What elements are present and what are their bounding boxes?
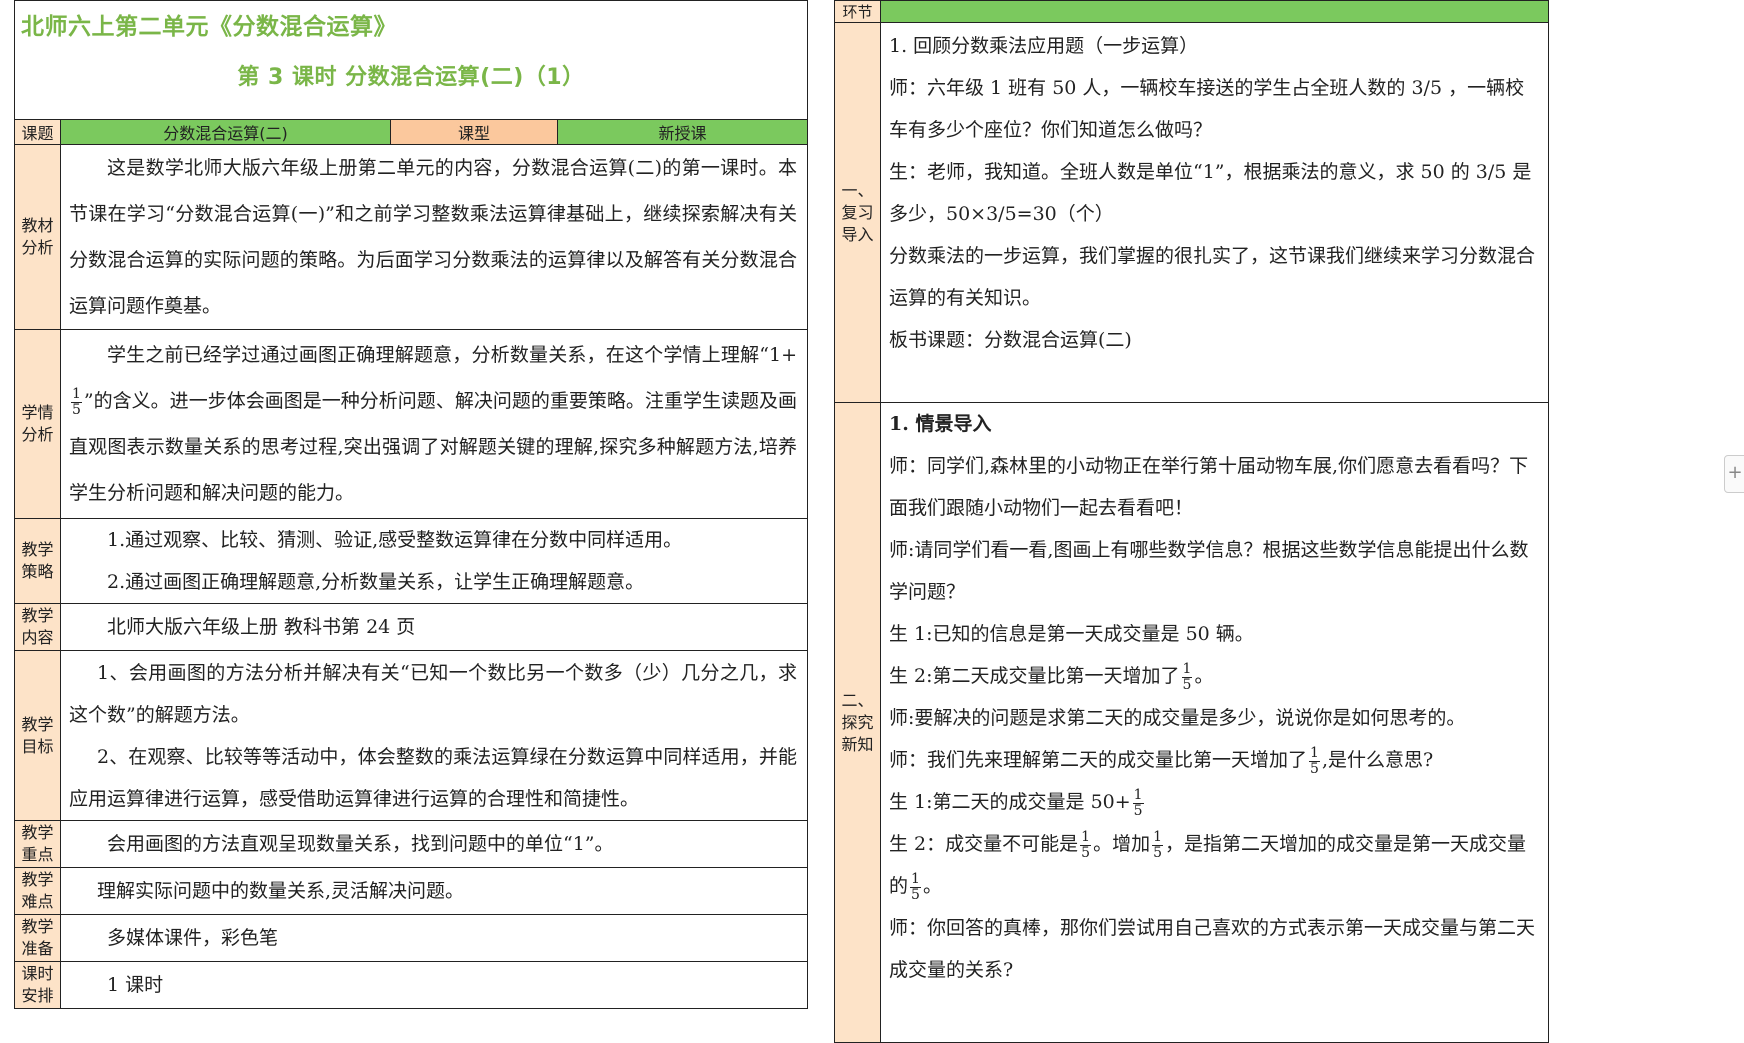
stage-2-p5: 师:要解决的问题是求第二天的成交量是多少，说说你是如何思考的。 xyxy=(889,707,1466,729)
fraction-numerator: 1 xyxy=(910,870,921,888)
stage-1-label: 一、复习导入 xyxy=(834,22,881,403)
teaching-strategy-label: 教学策略 xyxy=(14,518,61,604)
stage-2-p8-text-a: 生 2：成交量不可能是 xyxy=(889,833,1079,855)
goal-item-2: 2、在观察、比较等等活动中，体会整数的乘法运算绿在分数运算中同样适用，并能应用运… xyxy=(69,745,797,810)
fraction-one-fifth: 15 xyxy=(1080,828,1092,861)
teaching-content-cell: 北师大版六年级上册 教科书第 24 页 xyxy=(60,603,808,651)
student-analysis-paragraph: 学生之前已经学过通过画图正确理解题意，分析数量关系，在这个学情上理解“1+ 1 5”… xyxy=(69,332,797,516)
stage-1-p3: 生：老师，我知道。全班人数是单位“1”，根据乘法的意义，求 50 的 3/5 是… xyxy=(889,161,1532,225)
fraction-denominator: 5 xyxy=(1310,760,1319,777)
stage-2-p8-text-b: 。增加 xyxy=(1093,833,1151,855)
fraction-denominator: 5 xyxy=(1182,676,1192,693)
stage-2-p9: 师：你回答的真棒，那你们尝试用自己喜欢的方式表示第一天成交量与第二天成交量的关系… xyxy=(889,917,1536,981)
teaching-goals-cell: 1、会用画图的方法分析并解决有关“已知一个数比另一个数多（少）几分之几，求这个数… xyxy=(60,650,808,821)
teaching-process-table: 环节 一、复习导入 1. 回顾分数乘法应用题（一步运算） 师：六年级 1 班有 … xyxy=(834,0,1549,1043)
stage-2-p1: 师：同学们,森林里的小动物正在举行第十届动物车展,你们愿意去看看吗？下面我们跟随… xyxy=(889,455,1529,519)
fraction-one-fifth: 15 xyxy=(71,385,82,418)
lesson-subtitle: 第 3 课时 分数混合运算(二)（1） xyxy=(237,65,585,90)
schedule-text: 1 课时 xyxy=(107,974,164,996)
material-analysis-label: 教材分析 xyxy=(14,144,61,330)
key-point-text: 会用画图的方法直观呈现数量关系，找到问题中的单位“1”。 xyxy=(107,833,614,855)
fraction-numerator: 1 xyxy=(71,385,82,403)
strategy-item-1: 1.通过观察、比较、猜测、验证,感受整数运算律在分数中同样适用。 xyxy=(107,529,683,551)
fraction-denominator: 5 xyxy=(911,886,920,903)
fraction-numerator: 1 xyxy=(1132,786,1144,804)
stage-2-p6-text: 师：我们先来理解第二天的成交量比第一天增加了 xyxy=(889,749,1308,771)
teaching-goals-label: 教学目标 xyxy=(14,650,61,821)
document-title: 北师六上第二单元《分数混合运算》 xyxy=(21,14,397,40)
expand-panel-button[interactable]: + xyxy=(1724,455,1744,493)
difficulty-text: 理解实际问题中的数量关系,灵活解决问题。 xyxy=(97,880,465,902)
stage-1-p5: 板书课题：分数混合运算(二) xyxy=(889,329,1132,351)
stage-2-p7: 生 1:第二天的成交量是 50+ 1 5 xyxy=(889,781,1540,823)
title-cell: 北师六上第二单元《分数混合运算》 第 3 课时 分数混合运算(二)（1） xyxy=(14,0,808,120)
student-analysis-text-b: ”的含义。进一步体会画图是一种分析问题、解决问题的重要策略。注重学生读题及画直观… xyxy=(69,390,797,504)
stage-2-p3: 生 1:已知的信息是第一天成交量是 50 辆。 xyxy=(889,623,1254,645)
stage-1-p4: 分数乘法的一步运算，我们掌握的很扎实了，这节课我们继续来学习分数混合运算的有关知… xyxy=(889,245,1536,309)
stage-2-p4-end: 。 xyxy=(1194,665,1214,687)
type-value: 新授课 xyxy=(557,119,808,145)
stage-2-p8: 生 2：成交量不可能是 1 5 。增加 1 5 ，是指第二天增加的成交量是第一天成交量的 1 5… xyxy=(889,823,1540,907)
fraction-numerator: 1 xyxy=(1181,660,1193,678)
fraction-numerator: 1 xyxy=(1309,744,1320,762)
goal-item-1: 1、会用画图的方法分析并解决有关“已知一个数比另一个数多（少）几分之几，求这个数… xyxy=(69,661,797,726)
student-analysis-cell: 学生之前已经学过通过画图正确理解题意，分析数量关系，在这个学情上理解“1+ 1 5”… xyxy=(60,329,808,519)
fraction-denominator: 5 xyxy=(1081,844,1091,861)
stage-2-p8-text-d: 。 xyxy=(922,875,942,897)
type-label: 课型 xyxy=(390,119,558,145)
lesson-plan-table: 北师六上第二单元《分数混合运算》 第 3 课时 分数混合运算(二)（1） 课题 … xyxy=(14,0,808,1009)
fraction-denominator: 5 xyxy=(1153,844,1162,861)
stage-1-body: 1. 回顾分数乘法应用题（一步运算） 师：六年级 1 班有 50 人，一辆校车接… xyxy=(880,22,1549,403)
fraction-numerator: 1 xyxy=(1152,828,1163,846)
topic-value: 分数混合运算(二) xyxy=(60,119,391,145)
preparation-text: 多媒体课件，彩色笔 xyxy=(107,927,279,949)
stage-1-p1: 1. 回顾分数乘法应用题（一步运算） xyxy=(889,35,1199,57)
stage-2-p4: 生 2:第二天成交量比第一天增加了 1 5。 xyxy=(889,655,1540,697)
fraction-one-fifth: 15 xyxy=(1132,786,1144,819)
material-analysis-cell: 这是数学北师大版六年级上册第二单元的内容，分数混合运算(二)的第一课时。本节课在… xyxy=(60,144,808,330)
stage-2-body: 1. 情景导入 师：同学们,森林里的小动物正在举行第十届动物车展,你们愿意去看看… xyxy=(880,402,1549,1043)
stage-1-p2: 师：六年级 1 班有 50 人，一辆校车接送的学生占全班人数的 3/5 ，一辆校… xyxy=(889,77,1525,141)
fraction-denominator: 5 xyxy=(1133,802,1143,819)
stage-2-p2: 师:请同学们看一看,图画上有哪些数学信息？根据这些数学信息能提出什么数学问题？ xyxy=(889,539,1529,603)
stage-2-heading: 1. 情景导入 xyxy=(889,413,992,435)
fraction-numerator: 1 xyxy=(1080,828,1092,846)
stage-2-p6: 师：我们先来理解第二天的成交量比第一天增加了 1 5 ,是什么意思? xyxy=(889,739,1540,781)
stage-2-p7-text: 生 1:第二天的成交量是 50+ xyxy=(889,791,1131,813)
stage-2-p4-text: 生 2:第二天成交量比第一天增加了 xyxy=(889,665,1180,687)
fraction-one-fifth: 15 xyxy=(910,870,921,903)
fraction-one-fifth: 15 xyxy=(1181,660,1193,693)
difficulty-cell: 理解实际问题中的数量关系,灵活解决问题。 xyxy=(60,867,808,915)
fraction-one-fifth: 15 xyxy=(1152,828,1163,861)
schedule-label: 课时安排 xyxy=(14,961,61,1009)
preparation-label: 教学准备 xyxy=(14,914,61,962)
preparation-cell: 多媒体课件，彩色笔 xyxy=(60,914,808,962)
teaching-content-text: 北师大版六年级上册 教科书第 24 页 xyxy=(107,616,416,638)
material-analysis-text: 这是数学北师大版六年级上册第二单元的内容，分数混合运算(二)的第一课时。本节课在… xyxy=(69,157,797,317)
student-analysis-text-a: 学生之前已经学过通过画图正确理解题意，分析数量关系，在这个学情上理解“1+ xyxy=(107,344,797,366)
key-point-cell: 会用画图的方法直观呈现数量关系，找到问题中的单位“1”。 xyxy=(60,820,808,868)
fraction-denominator: 5 xyxy=(72,401,81,418)
key-point-label: 教学重点 xyxy=(14,820,61,868)
teaching-content-label: 教学内容 xyxy=(14,603,61,651)
strategy-item-2: 2.通过画图正确理解题意,分析数量关系，让学生正确理解题意。 xyxy=(107,571,645,593)
fraction-one-fifth: 15 xyxy=(1309,744,1320,777)
stage-2-p6-end: ,是什么意思? xyxy=(1321,749,1434,771)
stage-header-bar xyxy=(880,0,1549,23)
difficulty-label: 教学难点 xyxy=(14,867,61,915)
schedule-cell: 1 课时 xyxy=(60,961,808,1009)
student-analysis-label: 学情分析 xyxy=(14,329,61,519)
stage-2-label: 二、探究新知 xyxy=(834,402,881,1043)
teaching-strategy-cell: 1.通过观察、比较、猜测、验证,感受整数运算律在分数中同样适用。 2.通过画图正… xyxy=(60,518,808,604)
topic-label: 课题 xyxy=(14,119,61,145)
stage-header-label: 环节 xyxy=(834,0,881,23)
